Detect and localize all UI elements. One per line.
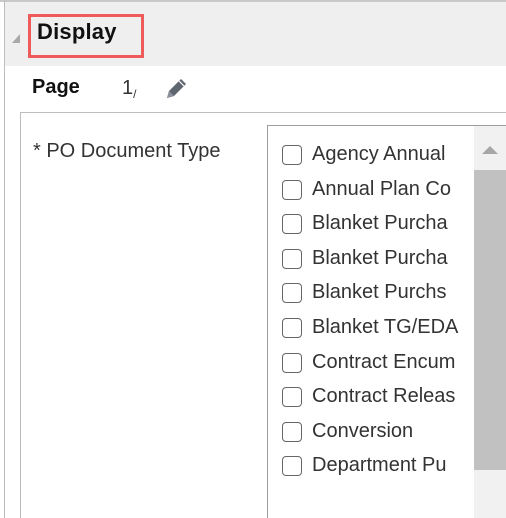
option-checkbox[interactable] — [282, 283, 302, 304]
option-label: Department Pu — [312, 454, 447, 477]
option-checkbox[interactable] — [282, 214, 302, 235]
section-title[interactable]: Display — [37, 19, 117, 45]
page-label: Page — [32, 76, 80, 98]
option-checkbox[interactable] — [282, 248, 302, 269]
page-row: Page 1/ — [5, 66, 506, 112]
po-document-type-option[interactable]: Contract Releas — [268, 381, 478, 415]
option-label: Annual Plan Co — [312, 177, 451, 200]
option-checkbox[interactable] — [282, 179, 302, 200]
scroll-thumb[interactable] — [474, 170, 506, 470]
po-document-type-option[interactable]: Blanket Purcha — [268, 208, 478, 242]
option-label: Contract Releas — [312, 385, 456, 408]
option-label: Blanket Purcha — [312, 212, 448, 235]
po-document-type-option[interactable]: Blanket Purcha — [268, 243, 478, 277]
po-document-type-listbox[interactable]: Agency Annual Annual Plan Co Blanket Purch… — [267, 125, 506, 518]
po-document-type-option[interactable]: Blanket TG/EDA — [268, 312, 478, 346]
po-document-type-option[interactable]: Annual Plan Co — [268, 174, 478, 208]
option-checkbox[interactable] — [282, 352, 302, 373]
option-checkbox[interactable] — [282, 145, 302, 165]
page-denominator: / — [133, 87, 137, 101]
po-document-type-option[interactable]: Contract Encum — [268, 347, 478, 381]
po-document-type-option[interactable]: Department Pu — [268, 450, 478, 484]
option-checkbox[interactable] — [282, 421, 302, 442]
pencil-icon[interactable] — [161, 74, 191, 104]
scroll-up-arrow-icon[interactable] — [482, 146, 498, 154]
page-numerator: 1 — [122, 77, 134, 99]
option-label: Blanket TG/EDA — [312, 316, 459, 338]
listbox-scrollbar[interactable] — [474, 126, 506, 518]
po-document-type-option[interactable]: Conversion — [268, 416, 478, 450]
option-checkbox[interactable] — [282, 318, 302, 338]
option-label: Agency Annual — [312, 143, 446, 165]
option-label: Contract Encum — [312, 350, 456, 373]
po-document-type-option[interactable]: Agency Annual — [268, 139, 478, 173]
po-document-type-label: * PO Document Type — [33, 140, 221, 162]
po-document-type-option[interactable]: Blanket Purchs — [268, 277, 478, 311]
option-label: Blanket Purchs — [312, 281, 447, 304]
option-checkbox[interactable] — [282, 456, 302, 477]
collapse-triangle-icon[interactable] — [12, 34, 20, 43]
option-label: Conversion — [312, 419, 414, 442]
page-number: 1/ — [122, 74, 137, 101]
option-label: Blanket Purcha — [312, 246, 448, 269]
option-checkbox[interactable] — [282, 387, 302, 408]
